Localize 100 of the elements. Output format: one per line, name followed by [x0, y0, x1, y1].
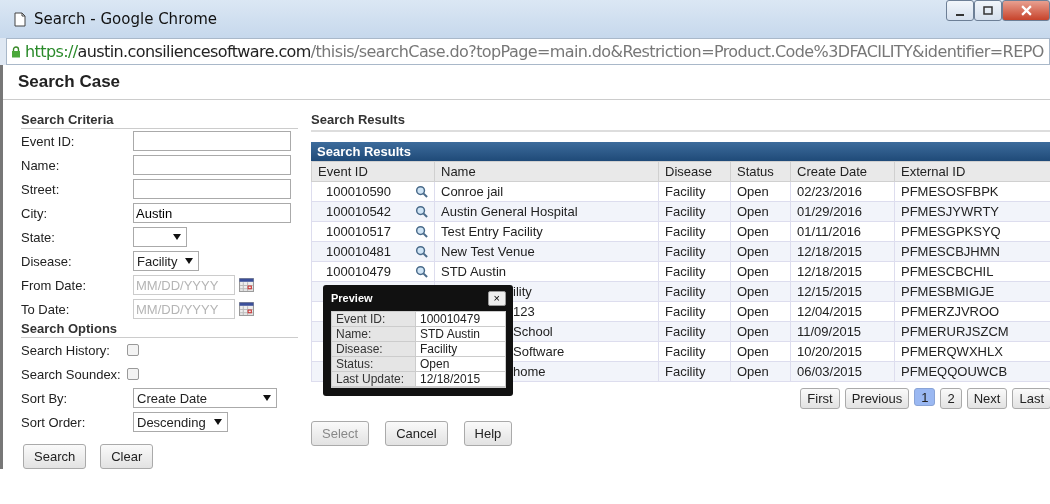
text-field[interactable] — [133, 155, 291, 175]
section-heading: Search Options — [21, 321, 298, 338]
dropdown[interactable]: Facility — [133, 251, 200, 271]
calendar-icon[interactable] — [239, 302, 254, 316]
text-field[interactable] — [133, 131, 291, 151]
table-cell: PFMESGPKSYQ — [901, 224, 1001, 239]
field-label: State: — [21, 229, 56, 245]
preview-label: Last Update: — [332, 372, 416, 387]
magnifier-icon[interactable] — [415, 205, 428, 218]
preview-label: Status: — [332, 357, 416, 372]
table-cell: Facility — [665, 224, 706, 239]
field-label: From Date: — [21, 277, 87, 293]
magnifier-icon[interactable] — [415, 185, 428, 198]
table-cell: Facility — [665, 284, 706, 299]
pager-button[interactable]: Next — [966, 388, 1008, 409]
preview-label: Name: — [332, 327, 416, 342]
dropdown[interactable]: Create Date — [133, 388, 277, 408]
table-cell: home — [513, 364, 546, 379]
page-icon — [14, 11, 26, 27]
dropdown[interactable]: Descending — [133, 412, 228, 432]
table-cell: 100010479 — [326, 264, 392, 279]
table-cell: Open — [737, 264, 769, 279]
table-cell: Conroe jail — [441, 184, 504, 199]
popup-title: Preview — [331, 292, 373, 304]
table-cell: 100010517 — [326, 224, 392, 239]
close-button[interactable]: × — [487, 290, 506, 306]
preview-label: Event ID: — [332, 312, 416, 327]
magnifier-icon[interactable] — [415, 245, 428, 258]
maximize-icon — [983, 5, 993, 16]
calendar-icon[interactable] — [239, 278, 254, 292]
pager-button[interactable]: Last — [1012, 388, 1050, 409]
pager-button[interactable]: First — [800, 388, 840, 409]
preview-value: 100010479 — [416, 312, 505, 327]
date-field[interactable]: MM/DD/YYYY — [133, 275, 235, 295]
preview-value: STD Austin — [416, 327, 505, 342]
table-cell: Facility — [665, 264, 706, 279]
table-cell: Facility — [665, 184, 706, 199]
table-cell: PFMESBMIGJE — [901, 284, 995, 299]
table-cell: PFMESCBCHIL — [901, 264, 994, 279]
table-cell: 10/20/2015 — [797, 344, 863, 359]
preview-value: Open — [416, 357, 505, 372]
table-cell: Austin General Hospital — [441, 204, 578, 219]
field-label: Sort By: — [21, 390, 69, 406]
date-field[interactable]: MM/DD/YYYY — [133, 299, 235, 319]
column-header[interactable]: External ID — [894, 161, 1050, 182]
address-field[interactable]: https://austin.consiliencesoftware.com/thisis/searchCase.do?topPage=main.do&Restriction=Product.Code%3DFACILITY&identifier=REPO — [6, 38, 1050, 65]
caret-icon — [185, 258, 194, 264]
field-label: To Date: — [21, 301, 71, 317]
dropdown[interactable] — [133, 227, 187, 247]
minimize-icon — [956, 13, 964, 16]
magnifier-icon[interactable] — [415, 265, 428, 278]
table-cell: Open — [737, 364, 769, 379]
table-cell: Open — [737, 284, 769, 299]
table-cell: ility — [513, 284, 532, 299]
field-label: Name: — [21, 157, 61, 173]
checkbox[interactable] — [127, 368, 139, 380]
minimize-button[interactable] — [946, 0, 974, 21]
table-cell: PFMERURJSZCM — [901, 324, 1009, 339]
preview-value: 12/18/2015 — [416, 372, 505, 387]
caret-icon — [213, 419, 222, 425]
column-header[interactable]: Disease — [658, 161, 731, 182]
table-cell: PFMESJYWRTY — [901, 204, 999, 219]
table-cell: 11/09/2015 — [797, 324, 862, 339]
table-cell: Facility — [665, 304, 706, 319]
table-cell: Facility — [665, 364, 706, 379]
pager-button[interactable]: 1 — [914, 388, 936, 406]
form-button[interactable]: Search — [23, 444, 87, 469]
table-cell: 12/18/2015 — [797, 264, 863, 279]
pager-button[interactable]: 2 — [940, 388, 962, 409]
close-button[interactable] — [1002, 0, 1050, 21]
table-cell: Open — [737, 304, 769, 319]
column-header[interactable]: Status — [730, 161, 791, 182]
checkbox[interactable] — [127, 344, 139, 356]
action-button[interactable]: Cancel — [385, 421, 448, 446]
table-cell: School — [513, 324, 553, 339]
lock-icon — [11, 45, 21, 58]
preview-value: Facility — [416, 342, 505, 357]
column-header[interactable]: Create Date — [790, 161, 895, 182]
field-label: City: — [21, 205, 48, 221]
table-cell: PFMESCBJHMN — [901, 244, 1000, 259]
table-cell: New Test Venue — [441, 244, 535, 259]
caret-icon — [173, 234, 181, 240]
field-label: Disease: — [21, 253, 73, 269]
maximize-button[interactable] — [974, 0, 1002, 21]
magnifier-icon[interactable] — [415, 225, 428, 238]
text-field[interactable]: Austin — [133, 203, 291, 223]
field-label: Sort Order: — [21, 414, 87, 430]
table-cell: 12/15/2015 — [797, 284, 863, 299]
column-header[interactable]: Event ID — [311, 161, 435, 182]
form-button[interactable]: Clear — [100, 444, 154, 469]
text-field[interactable] — [133, 179, 291, 199]
table-cell: 100010590 — [326, 184, 392, 199]
table-cell: 12/18/2015 — [797, 244, 863, 259]
close-icon — [1020, 5, 1032, 16]
field-label: Search History: — [21, 342, 111, 358]
table-cell: 01/11/2016 — [797, 224, 862, 239]
column-header[interactable]: Name — [434, 161, 659, 182]
section-heading: Search Results — [311, 112, 1050, 132]
action-button[interactable]: Help — [463, 421, 513, 446]
pager-button[interactable]: Previous — [844, 388, 910, 409]
